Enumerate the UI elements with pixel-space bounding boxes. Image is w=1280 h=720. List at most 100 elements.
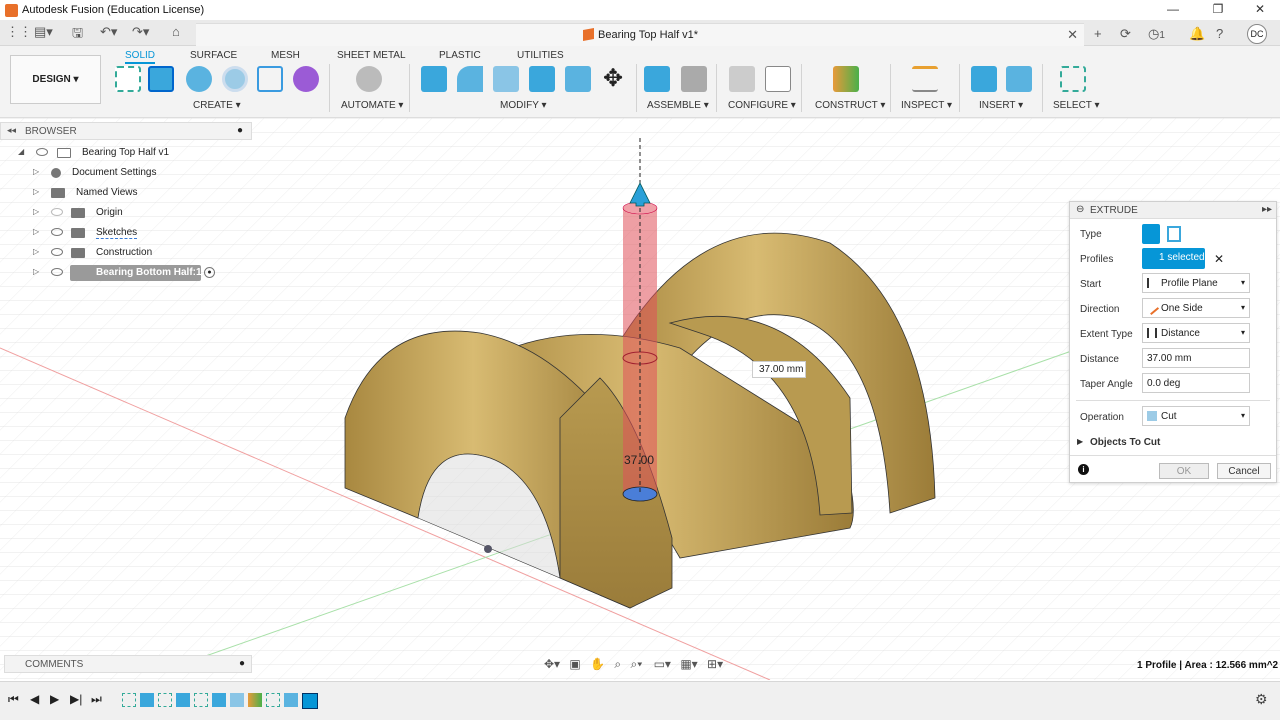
tree-root[interactable]: ◢ Bearing Top Half v1 — [0, 144, 252, 162]
close-tab-icon[interactable]: ✕ — [1067, 27, 1078, 43]
collapse-icon[interactable]: ◢ — [18, 147, 24, 156]
file-menu-icon[interactable]: ▤▾ — [34, 24, 53, 40]
create-menu[interactable]: CREATE ▾ — [193, 100, 241, 111]
expand-icon[interactable]: ▷ — [33, 247, 39, 256]
create-sketch-icon[interactable] — [115, 66, 141, 92]
automate-icon[interactable] — [356, 66, 382, 92]
profiles-selection-button[interactable]: 1 selected — [1142, 248, 1205, 269]
shell-icon[interactable] — [529, 66, 555, 92]
component-feature-icon[interactable] — [284, 693, 298, 707]
go-to-end-icon[interactable]: ⏭ — [91, 692, 102, 707]
minimize-icon[interactable]: — — [1163, 2, 1183, 16]
mirror-feature-icon[interactable] — [230, 693, 244, 707]
home-icon[interactable]: ⌂ — [172, 24, 180, 39]
clear-selection-icon[interactable]: ✕ — [1214, 252, 1224, 266]
tree-item-sketches[interactable]: ▷ Sketches — [0, 224, 252, 242]
configure-menu[interactable]: CONFIGURE ▾ — [728, 100, 796, 111]
expand-icon[interactable]: ▷ — [33, 227, 39, 236]
tree-item-construction[interactable]: ▷ Construction — [0, 244, 252, 262]
help-icon[interactable]: ? — [1216, 26, 1223, 41]
activate-radio-icon[interactable]: ● — [204, 267, 215, 278]
viewports-icon[interactable]: ⊞▾ — [707, 657, 723, 671]
modify-menu[interactable]: MODIFY ▾ — [500, 100, 547, 111]
extrude-feature-icon[interactable] — [140, 693, 154, 707]
restore-icon[interactable]: ❐ — [1208, 2, 1228, 16]
panel-pin-icon[interactable]: ● — [237, 125, 243, 136]
distance-field[interactable]: 37.00 mm — [1142, 348, 1250, 368]
play-icon[interactable]: ▶ — [50, 692, 59, 706]
save-icon[interactable]: 🖫 — [72, 24, 83, 46]
move-icon[interactable]: ✥ — [600, 66, 626, 92]
zoom-icon[interactable]: ⌕ — [614, 657, 621, 671]
expand-section-icon[interactable]: ▶ — [1077, 437, 1083, 446]
collapse-dialog-icon[interactable]: ⊖ — [1076, 204, 1084, 215]
sketch-feature-icon[interactable] — [122, 693, 136, 707]
close-window-icon[interactable]: ✕ — [1250, 2, 1270, 16]
redo-icon[interactable]: ↷▾ — [132, 24, 149, 40]
extrude-feature-icon[interactable] — [176, 693, 190, 707]
type-thin-icon[interactable] — [1167, 226, 1181, 242]
timeline-settings-icon[interactable]: ⚙ — [1255, 691, 1268, 708]
orbit-icon[interactable]: ✥▾ — [544, 657, 560, 671]
expand-dialog-icon[interactable]: ▸▸ — [1262, 204, 1272, 215]
go-to-start-icon[interactable]: ⏮ — [8, 692, 19, 707]
tree-item-origin[interactable]: ▷ Origin — [0, 204, 252, 222]
press-pull-icon[interactable] — [421, 66, 447, 92]
combine-icon[interactable] — [565, 66, 591, 92]
active-feature-marker[interactable] — [302, 693, 318, 709]
objects-to-cut-label[interactable]: Objects To Cut — [1090, 437, 1160, 448]
insert-derive-icon[interactable] — [971, 66, 997, 92]
tree-item-document-settings[interactable]: ▷ Document Settings — [0, 164, 252, 182]
sketch-feature-icon[interactable] — [194, 693, 208, 707]
tab-utilities[interactable]: UTILITIES — [517, 50, 564, 61]
add-comment-icon[interactable]: ● — [239, 658, 245, 669]
avatar[interactable]: DC — [1247, 24, 1267, 44]
table-icon[interactable] — [765, 66, 791, 92]
step-back-icon[interactable]: ◀ — [30, 692, 39, 706]
measure-icon[interactable] — [912, 66, 938, 92]
workspace-switcher[interactable]: DESIGN ▾ — [10, 55, 101, 104]
assemble-menu[interactable]: ASSEMBLE ▾ — [647, 100, 709, 111]
comments-panel[interactable]: COMMENTS ● — [4, 655, 252, 673]
select-icon[interactable] — [1060, 66, 1086, 92]
type-extrude-icon[interactable] — [1142, 224, 1160, 244]
tree-item-named-views[interactable]: ▷ Named Views — [0, 184, 252, 202]
insert-image-icon[interactable] — [1006, 66, 1032, 92]
extensions-icon[interactable]: ⟳ — [1120, 26, 1131, 42]
ok-button[interactable]: OK — [1159, 463, 1209, 479]
expand-icon[interactable]: ▷ — [33, 167, 39, 176]
construct-plane-icon[interactable] — [833, 66, 859, 92]
configure-icon[interactable] — [729, 66, 755, 92]
fillet-icon[interactable] — [457, 66, 483, 92]
grid-settings-icon[interactable]: ▦▾ — [680, 657, 697, 671]
extrude-feature-icon[interactable] — [212, 693, 226, 707]
visibility-icon[interactable] — [51, 208, 63, 216]
zoom-window-icon[interactable]: ⌕▾ — [630, 657, 642, 671]
step-forward-icon[interactable]: ▶| — [70, 692, 82, 706]
tree-item-component[interactable]: ▷ Bearing Bottom Half:1 ● — [0, 264, 252, 282]
joint-icon[interactable] — [681, 66, 707, 92]
new-component-icon[interactable] — [644, 66, 670, 92]
visibility-icon[interactable] — [51, 248, 63, 256]
collapse-panel-icon[interactable]: ◂◂ — [7, 125, 16, 136]
info-icon[interactable]: i — [1078, 464, 1089, 475]
tab-mesh[interactable]: MESH — [271, 50, 300, 61]
form-icon[interactable] — [293, 66, 319, 92]
construct-menu[interactable]: CONSTRUCT ▾ — [815, 100, 885, 111]
expand-icon[interactable]: ▷ — [33, 267, 39, 276]
notifications-icon[interactable]: 🔔 — [1189, 26, 1205, 42]
plane-feature-icon[interactable] — [248, 693, 262, 707]
new-tab-icon[interactable]: + — [1094, 26, 1102, 41]
tab-surface[interactable]: SURFACE — [190, 50, 237, 61]
automate-menu[interactable]: AUTOMATE ▾ — [341, 100, 403, 111]
undo-icon[interactable]: ↶▾ — [100, 24, 117, 40]
expand-icon[interactable]: ▷ — [33, 207, 39, 216]
expand-icon[interactable]: ▷ — [33, 187, 39, 196]
inspect-menu[interactable]: INSPECT ▾ — [901, 100, 952, 111]
visibility-icon[interactable] — [51, 228, 63, 236]
select-menu[interactable]: SELECT ▾ — [1053, 100, 1100, 111]
job-status-icon[interactable]: ◷1 — [1148, 26, 1165, 42]
taper-angle-field[interactable]: 0.0 deg — [1142, 373, 1250, 393]
operation-select[interactable]: Cut ▾ — [1142, 406, 1250, 426]
pattern-icon[interactable] — [257, 66, 283, 92]
